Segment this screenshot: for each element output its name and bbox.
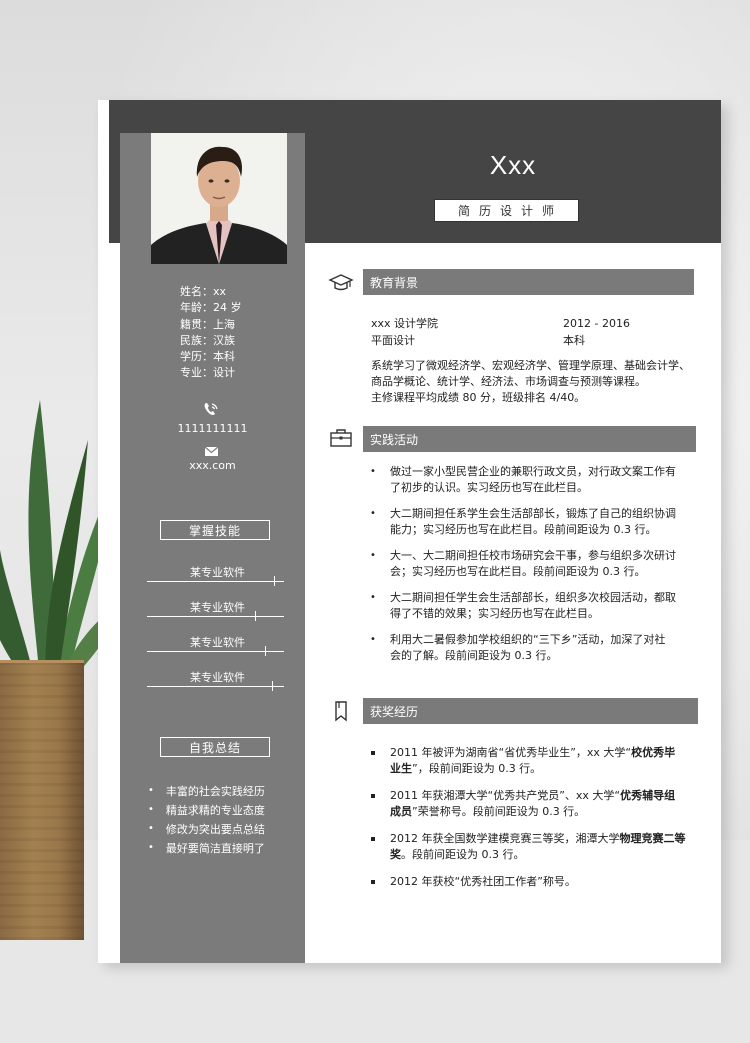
list-item: • 做过一家小型民营企业的兼职行政文员，对行政文案工作有 了初步的认识。实习经历也写… bbox=[370, 465, 676, 494]
education-line: 商品学概论、统计学、经济法、市场调查与预测等课程。 bbox=[371, 375, 646, 388]
education-description: 系统学习了微观经济学、宏观经济学、管理学原理、基础会计学、 商品学概论、统计学、… bbox=[371, 358, 690, 406]
practice-list: • 做过一家小型民营企业的兼职行政文员，对行政文案工作有 了初步的认识。实习经历也写… bbox=[368, 464, 676, 674]
awards-heading: 获奖经历 bbox=[363, 698, 698, 724]
skill-level-marker bbox=[272, 681, 273, 691]
list-item: 丰富的社会实践经历 bbox=[148, 781, 265, 800]
list-item: • 利用大二暑假参加学校组织的“三下乡”活动，加深了对社 会的了解。段前间距设为 0… bbox=[370, 633, 666, 662]
phone-icon bbox=[204, 403, 218, 415]
list-item: • 大一、大二期间担任校市场研究会干事，参与组织多次研讨 会；实习经历也写在此栏目。… bbox=[370, 549, 676, 578]
practice-heading: 实践活动 bbox=[363, 426, 696, 452]
profile-photo bbox=[151, 133, 287, 264]
list-item: 最好要简洁直接明了 bbox=[148, 838, 265, 857]
phone-number: 1111111111 bbox=[177, 422, 248, 435]
list-item: 2011 年被评为湖南省“省优秀毕业生”，xx 大学“校优秀毕 业生”，段前间距设… bbox=[368, 745, 686, 788]
info-major: 专业：设计 bbox=[180, 366, 235, 380]
info-ethnicity: 民族：汉族 bbox=[180, 333, 235, 347]
education-line: 系统学习了微观经济学、宏观经济学、管理学原理、基础会计学、 bbox=[371, 359, 690, 372]
list-item: • 大二期间担任系学生会生活部部长，锻炼了自己的组织协调 能力；实习经历也写在此栏目… bbox=[370, 507, 676, 536]
list-item: 2012 年获校“优秀社团工作者”称号。 bbox=[368, 874, 686, 894]
list-item: 精益求精的专业态度 bbox=[148, 800, 265, 819]
education-period: 2012 - 2016 bbox=[563, 317, 630, 330]
resume-page: Xxx 简历设计师 姓名：xx 年龄：24 岁 籍贯：上海 民族：汉族 学历：本… bbox=[98, 100, 721, 963]
info-name: 姓名：xx bbox=[180, 285, 227, 298]
skill-bar bbox=[147, 681, 284, 691]
skill-level-marker bbox=[265, 646, 266, 656]
skill-level-marker bbox=[274, 576, 275, 586]
education-major: 平面设计 bbox=[371, 334, 415, 347]
resume-name: Xxx bbox=[489, 150, 537, 180]
list-item: 修改为突出要点总结 bbox=[148, 819, 265, 838]
list-item: 2011 年获湘潭大学“优秀共产党员”、xx 大学“优秀辅导组 成员”荣誉称号。段… bbox=[368, 788, 686, 831]
info-education: 学历：本科 bbox=[180, 350, 235, 364]
info-age: 年龄：24 岁 bbox=[180, 301, 242, 315]
awards-list: 2011 年被评为湖南省“省优秀毕业生”，xx 大学“校优秀毕 业生”，段前间距设… bbox=[368, 745, 686, 894]
graduation-cap-icon bbox=[328, 274, 354, 291]
summary-heading: 自我总结 bbox=[160, 737, 270, 757]
email-address: xxx.com bbox=[189, 459, 236, 472]
plant-pot bbox=[0, 660, 84, 940]
personal-info-list: 姓名：xx 年龄：24 岁 籍贯：上海 民族：汉族 学历：本科 专业：设计 bbox=[180, 284, 242, 382]
skill-bar bbox=[147, 576, 284, 586]
education-degree: 本科 bbox=[563, 334, 585, 347]
education-school: xxx 设计学院 bbox=[371, 317, 439, 330]
skill-level-marker bbox=[255, 611, 256, 621]
list-item: • 大二期间担任学生会生活部部长，组织多次校园活动，都取 得了不错的效果；实习经历也… bbox=[370, 591, 676, 620]
skills-heading: 掌握技能 bbox=[160, 520, 270, 540]
envelope-icon bbox=[204, 446, 219, 456]
education-heading: 教育背景 bbox=[363, 269, 694, 295]
briefcase-icon bbox=[330, 429, 352, 447]
education-line: 主修课程平均成绩 80 分，班级排名 4/40。 bbox=[371, 391, 586, 404]
resume-subtitle: 简历设计师 bbox=[434, 199, 579, 222]
skill-bar bbox=[147, 646, 284, 656]
skill-bar bbox=[147, 611, 284, 621]
list-item: 2012 年获全国数学建模竞赛三等奖，湘潭大学物理竞赛二等 奖。段前间距设为 0.… bbox=[368, 831, 686, 874]
summary-list: 丰富的社会实践经历 精益求精的专业态度 修改为突出要点总结 最好要简洁直接明了 bbox=[148, 781, 265, 857]
bookmark-icon bbox=[335, 701, 347, 722]
info-hometown: 籍贯：上海 bbox=[180, 317, 235, 331]
